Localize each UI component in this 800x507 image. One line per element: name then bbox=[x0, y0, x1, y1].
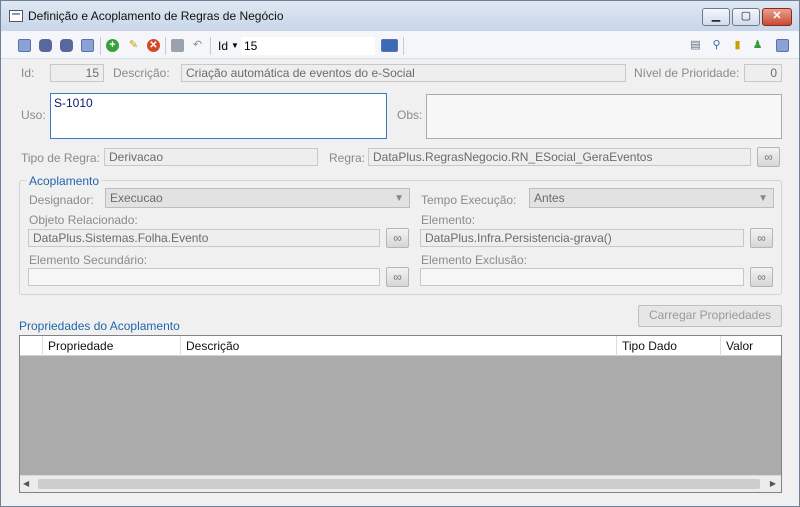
main-window: Definição e Acoplamento de Regras de Neg… bbox=[0, 0, 800, 507]
id-field[interactable]: 15 bbox=[50, 64, 104, 82]
toolbar-separator bbox=[210, 37, 211, 55]
tempo-execucao-label: Tempo Execução: bbox=[421, 193, 517, 207]
next-record-icon[interactable] bbox=[60, 39, 73, 52]
grid-header: Propriedade Descrição Tipo Dado Valor bbox=[20, 336, 781, 356]
obs-label: Obs: bbox=[397, 108, 423, 122]
close-button[interactable]: ✕ bbox=[762, 8, 792, 26]
objeto-relacionado-field[interactable]: DataPlus.Sistemas.Folha.Evento bbox=[28, 229, 380, 247]
window-list-icon[interactable]: ▤ bbox=[689, 39, 702, 52]
chevron-down-icon[interactable]: ▼ bbox=[231, 39, 239, 52]
previous-record-icon[interactable] bbox=[39, 39, 52, 52]
panel-icon[interactable] bbox=[776, 39, 789, 52]
add-icon[interactable]: + bbox=[106, 39, 119, 52]
elemento-secundario-label: Elemento Secundário: bbox=[29, 253, 148, 267]
tipo-regra-label: Tipo de Regra: bbox=[21, 151, 100, 165]
toolbar-separator bbox=[100, 37, 101, 55]
propriedades-title: Propriedades do Acoplamento bbox=[19, 319, 180, 333]
zoom-icon[interactable]: ⚲ bbox=[710, 39, 723, 52]
regra-label: Regra: bbox=[329, 151, 366, 165]
carregar-propriedades-button[interactable]: Carregar Propriedades bbox=[638, 305, 782, 327]
designador-value: Execucao bbox=[110, 191, 163, 205]
first-record-icon[interactable] bbox=[18, 39, 31, 52]
binoculars-icon: ∞ bbox=[757, 231, 766, 245]
window-form-icon bbox=[9, 10, 23, 22]
tipo-regra-field[interactable]: Derivacao bbox=[104, 148, 318, 166]
search-input[interactable] bbox=[241, 37, 375, 55]
designador-label: Designador: bbox=[29, 193, 94, 207]
uso-textarea[interactable]: S-1010 bbox=[50, 93, 387, 139]
undo-icon[interactable]: ↶ bbox=[191, 39, 204, 52]
horizontal-scrollbar[interactable]: ◀ ▶ bbox=[20, 475, 781, 492]
prioridade-field[interactable]: 0 bbox=[744, 64, 782, 82]
scroll-right-icon[interactable]: ▶ bbox=[770, 479, 776, 488]
user-icon[interactable]: ♟ bbox=[751, 39, 764, 52]
chevron-down-icon: ▼ bbox=[758, 193, 768, 204]
column-header-valor[interactable]: Valor bbox=[721, 336, 781, 356]
prioridade-label: Nível de Prioridade: bbox=[634, 66, 740, 80]
window-title: Definição e Acoplamento de Regras de Neg… bbox=[28, 9, 284, 23]
scroll-left-icon[interactable]: ◀ bbox=[23, 479, 29, 488]
edit-icon[interactable]: ✎ bbox=[127, 39, 140, 52]
save-icon[interactable] bbox=[171, 39, 184, 52]
toolbar-separator bbox=[403, 37, 404, 55]
descricao-field[interactable]: Criação automática de eventos do e-Socia… bbox=[181, 64, 626, 82]
elemento-label: Elemento: bbox=[421, 213, 476, 227]
acoplamento-title: Acoplamento bbox=[27, 174, 102, 188]
column-header-propriedade[interactable]: Propriedade bbox=[43, 336, 181, 356]
obs-textarea[interactable] bbox=[426, 94, 782, 139]
column-header-descricao[interactable]: Descrição bbox=[181, 336, 617, 356]
elemento-lookup-button[interactable]: ∞ bbox=[750, 228, 773, 248]
search-go-icon[interactable] bbox=[381, 39, 398, 52]
binoculars-icon: ∞ bbox=[393, 231, 402, 245]
elemento-exclusao-label: Elemento Exclusão: bbox=[421, 253, 528, 267]
objeto-relacionado-label: Objeto Relacionado: bbox=[29, 213, 138, 227]
search-field-selector[interactable]: Id bbox=[218, 39, 228, 53]
title-bar: Definição e Acoplamento de Regras de Neg… bbox=[1, 1, 799, 31]
elemento-exclusao-field[interactable] bbox=[420, 268, 744, 286]
scroll-thumb[interactable] bbox=[38, 479, 760, 489]
grid-row-selector-header bbox=[20, 336, 43, 356]
uso-label: Uso: bbox=[21, 108, 46, 122]
descricao-label: Descrição: bbox=[113, 66, 170, 80]
tempo-execucao-value: Antes bbox=[534, 191, 565, 205]
tempo-execucao-select[interactable]: Antes ▼ bbox=[529, 188, 774, 208]
toolbar: + ✎ ✕ ↶ Id ▼ ▤ ⚲ ▮ ♟ bbox=[1, 31, 799, 59]
binoculars-icon: ∞ bbox=[764, 150, 773, 164]
regra-lookup-button[interactable]: ∞ bbox=[757, 147, 780, 167]
id-label: Id: bbox=[21, 66, 35, 80]
elemento-secundario-field[interactable] bbox=[28, 268, 380, 286]
minimize-button[interactable]: ▁ bbox=[702, 8, 730, 26]
elemento-exclusao-lookup-button[interactable]: ∞ bbox=[750, 267, 773, 287]
toolbar-separator bbox=[165, 37, 166, 55]
objeto-lookup-button[interactable]: ∞ bbox=[386, 228, 409, 248]
binoculars-icon: ∞ bbox=[757, 270, 766, 284]
regra-field[interactable]: DataPlus.RegrasNegocio.RN_ESocial_GeraEv… bbox=[368, 148, 751, 166]
document-icon[interactable]: ▮ bbox=[731, 39, 744, 52]
designador-select[interactable]: Execucao ▼ bbox=[105, 188, 410, 208]
column-header-tipo-dado[interactable]: Tipo Dado bbox=[617, 336, 721, 356]
elemento-field[interactable]: DataPlus.Infra.Persistencia-grava() bbox=[420, 229, 744, 247]
last-record-icon[interactable] bbox=[81, 39, 94, 52]
binoculars-icon: ∞ bbox=[393, 270, 402, 284]
maximize-button[interactable]: ▢ bbox=[732, 8, 760, 26]
elemento-secundario-lookup-button[interactable]: ∞ bbox=[386, 267, 409, 287]
delete-icon[interactable]: ✕ bbox=[147, 39, 160, 52]
chevron-down-icon: ▼ bbox=[394, 193, 404, 204]
propriedades-grid[interactable]: Propriedade Descrição Tipo Dado Valor ◀ … bbox=[19, 335, 782, 493]
